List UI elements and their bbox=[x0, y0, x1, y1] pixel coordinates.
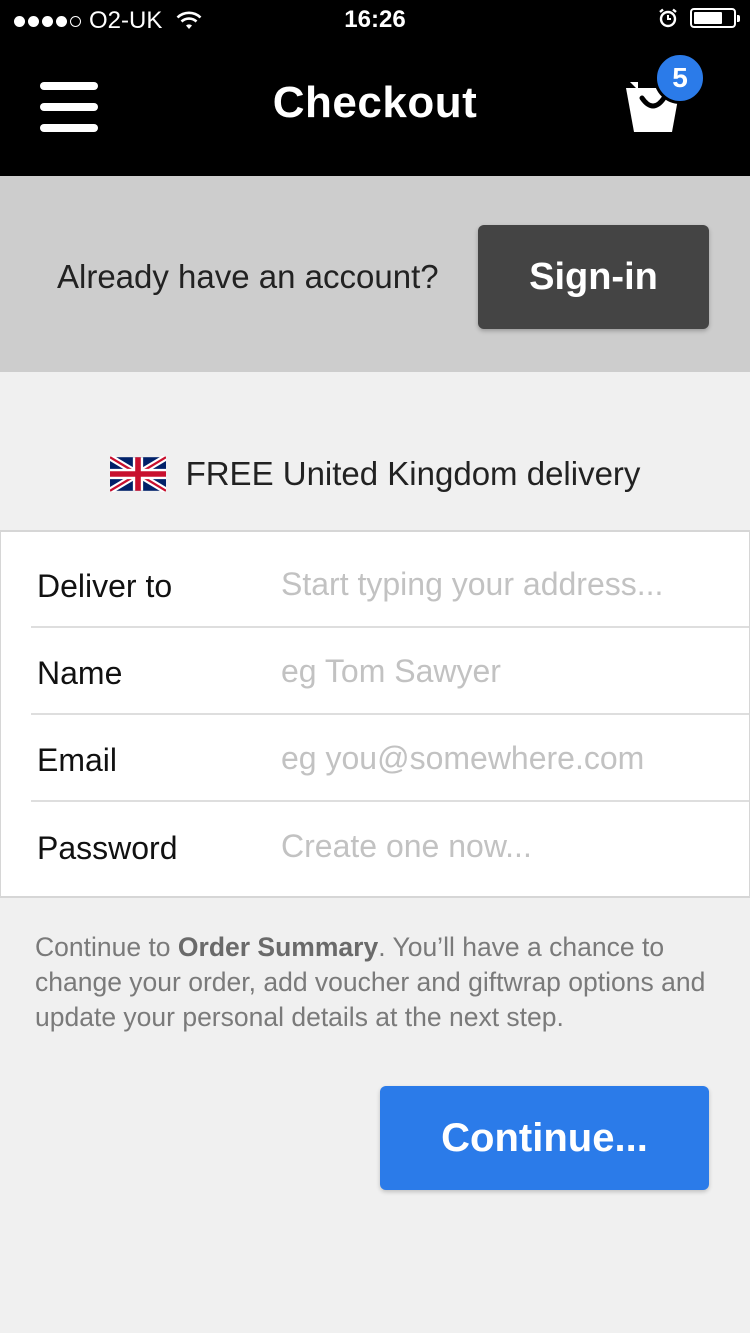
status-time: 16:26 bbox=[344, 6, 406, 33]
order-summary-info: Continue to Order Summary. You’ll have a… bbox=[35, 930, 725, 1035]
app-header: Checkout 5 bbox=[0, 40, 750, 176]
cart-button[interactable]: 5 bbox=[620, 50, 710, 150]
info-prefix: Continue to bbox=[35, 932, 178, 962]
info-order-summary: Order Summary bbox=[177, 932, 379, 962]
password-input[interactable] bbox=[281, 820, 721, 872]
checkout-form: Deliver to Name Email Password bbox=[0, 530, 750, 898]
name-label: Name bbox=[37, 655, 123, 691]
email-row: Email bbox=[31, 714, 749, 802]
email-input[interactable] bbox=[281, 732, 721, 784]
uk-flag-icon bbox=[109, 456, 166, 492]
delivery-notice: FREE United Kingdom delivery bbox=[0, 452, 750, 496]
name-input[interactable] bbox=[281, 645, 721, 697]
battery-icon bbox=[690, 8, 740, 28]
continue-button[interactable]: Continue... bbox=[380, 1086, 709, 1190]
address-input[interactable] bbox=[281, 558, 721, 610]
delivery-text: FREE United Kingdom delivery bbox=[185, 455, 641, 492]
deliver-to-label: Deliver to bbox=[37, 568, 173, 604]
status-bar: O2-UK 16:26 bbox=[0, 0, 750, 40]
signin-prompt: Already have an account? bbox=[57, 258, 439, 295]
name-row: Name bbox=[31, 627, 749, 715]
password-row: Password bbox=[31, 802, 749, 888]
alarm-icon bbox=[659, 8, 677, 28]
battery-level bbox=[694, 12, 722, 24]
sign-in-button[interactable]: Sign-in bbox=[478, 225, 709, 329]
deliver-to-row: Deliver to bbox=[31, 540, 749, 628]
cart-count-badge: 5 bbox=[654, 52, 706, 104]
email-label: Email bbox=[37, 742, 118, 778]
signin-section: Already have an account? Sign-in bbox=[0, 176, 750, 372]
status-right bbox=[658, 8, 740, 28]
password-label: Password bbox=[37, 830, 178, 866]
